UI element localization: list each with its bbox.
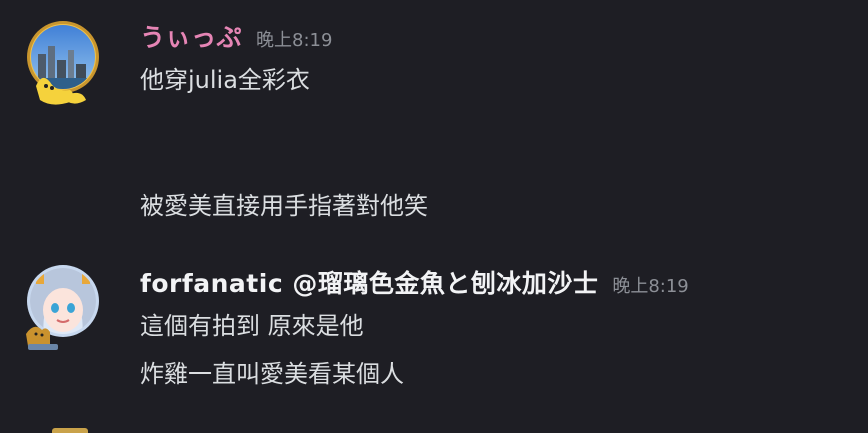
avatar-image bbox=[26, 265, 99, 350]
avatar[interactable] bbox=[26, 20, 100, 105]
message-text: 他穿julia全彩衣 bbox=[140, 66, 310, 94]
message-text: 炸雞一直叫愛美看某個人 bbox=[140, 360, 404, 388]
username[interactable]: うぃっぷ bbox=[140, 18, 242, 54]
message-header: forfanatic @瑠璃色金魚と刨冰加沙士 晚上8:19 bbox=[140, 264, 689, 300]
avatar[interactable] bbox=[52, 428, 88, 433]
message-header: うぃっぷ 晚上8:19 bbox=[140, 18, 332, 54]
username[interactable]: forfanatic @瑠璃色金魚と刨冰加沙士 bbox=[140, 264, 598, 300]
avatar[interactable] bbox=[26, 264, 100, 350]
timestamp[interactable]: 晚上8:19 bbox=[612, 272, 688, 298]
message-text: 被愛美直接用手指著對他笑 bbox=[140, 192, 428, 220]
message-text: 這個有拍到 原來是他 bbox=[140, 312, 364, 340]
timestamp[interactable]: 晚上8:19 bbox=[256, 26, 332, 52]
avatar-image bbox=[27, 21, 99, 105]
chat-message-list: うぃっぷ 晚上8:19 他穿julia全彩衣 被愛美直接用手指著對他笑 forf… bbox=[0, 0, 868, 433]
